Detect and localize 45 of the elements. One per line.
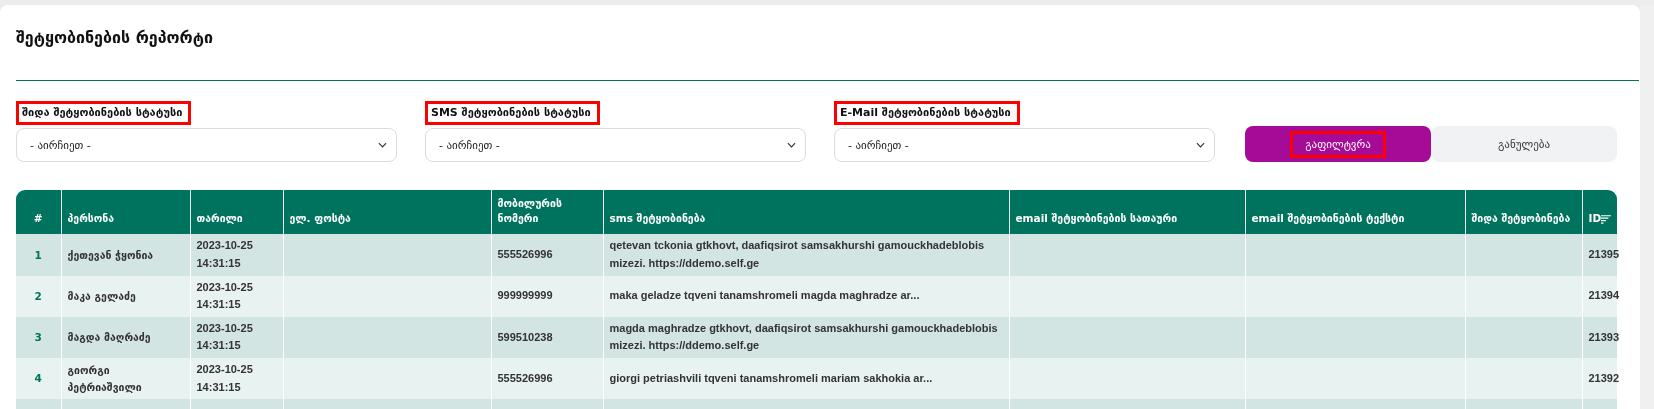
- status-dropdown[interactable]: - აირჩიეთ -: [425, 128, 806, 162]
- status-dropdown[interactable]: - აირჩიეთ -: [834, 128, 1215, 162]
- table-cell: giorgi petriashvili tqveni tanamshromeli mariam sakhokia ar...: [603, 358, 1009, 400]
- table-cell: maka geladze tqveni tanamshromeli magda maghradze ar...: [603, 275, 1009, 317]
- status-dropdown[interactable]: - აირჩიეთ -: [16, 128, 397, 162]
- table-cell: 21392: [1582, 358, 1617, 400]
- page-title: შეტყობინების რეპორტი: [16, 27, 214, 49]
- table-cell: გიორგი პეტრიაშვილი: [61, 358, 190, 400]
- column-header: email შეტყობინების სათაური: [1009, 190, 1245, 235]
- filter-label: შიდა შეტყობინების სტატუსი: [16, 101, 192, 125]
- chevron-down-icon: [787, 142, 796, 148]
- chevron-down-icon: [378, 142, 387, 148]
- column-header: ელ. ფოსტა: [283, 190, 491, 235]
- table-cell: 21395: [1582, 234, 1617, 276]
- table-cell: 999999999: [491, 275, 603, 317]
- column-header: email შეტყობინების ტექსტი: [1245, 190, 1465, 235]
- table-cell: 2023-10-25 14:31:15: [190, 275, 283, 317]
- filter-label: SMS შეტყობინების სტატუსი: [425, 101, 600, 125]
- table-cell: 4: [16, 358, 61, 400]
- table-cell: 555526996: [491, 358, 603, 400]
- table-cell: მაკა გელაძე: [61, 275, 190, 317]
- table-cell: ქეთევან ჭყონია: [61, 234, 190, 276]
- column-header: თარილი: [190, 190, 283, 235]
- filter-label: E-Mail შეტყობინების სტატუსი: [834, 101, 1020, 125]
- column-header[interactable]: ID: [1588, 211, 1602, 227]
- table-cell: 2023-10-25 14:31:15: [190, 358, 283, 400]
- reset-button[interactable]: განულება: [1431, 126, 1617, 162]
- column-header: მობილურის ნომერი: [491, 190, 603, 235]
- sort-icon[interactable]: [1601, 213, 1611, 224]
- column-header: sms შეტყობინება: [603, 190, 1009, 235]
- table-cell: 2023-10-25 14:31:15: [190, 316, 283, 358]
- table-cell: 2023-10-25 14:31:15: [190, 234, 283, 276]
- filter-button[interactable]: გაფილტვრა: [1245, 126, 1431, 162]
- table-cell: 3: [16, 316, 61, 358]
- column-header: პერსონა: [61, 190, 190, 235]
- column-header: შიდა შეტყობინება: [1465, 190, 1582, 235]
- table-cell: მაგდა მაღრაძე: [61, 316, 190, 358]
- table-cell: 599510238: [491, 316, 603, 358]
- chevron-down-icon: [1196, 142, 1205, 148]
- table-cell: qetevan tckonia gtkhovt, daafiqsirot samsakhurshi gamouckhadeblobis mizezi. https://ddemo.self.ge: [603, 234, 1009, 276]
- table-cell: 555526996: [491, 234, 603, 276]
- table-cell: 1: [16, 234, 61, 276]
- column-header: #: [16, 190, 61, 235]
- table-cell: 2: [16, 275, 61, 317]
- table-cell: magda maghradze gtkhovt, daafiqsirot samsakhurshi gamouckhadeblobis mizezi. https://ddemo.self.ge: [603, 316, 1009, 358]
